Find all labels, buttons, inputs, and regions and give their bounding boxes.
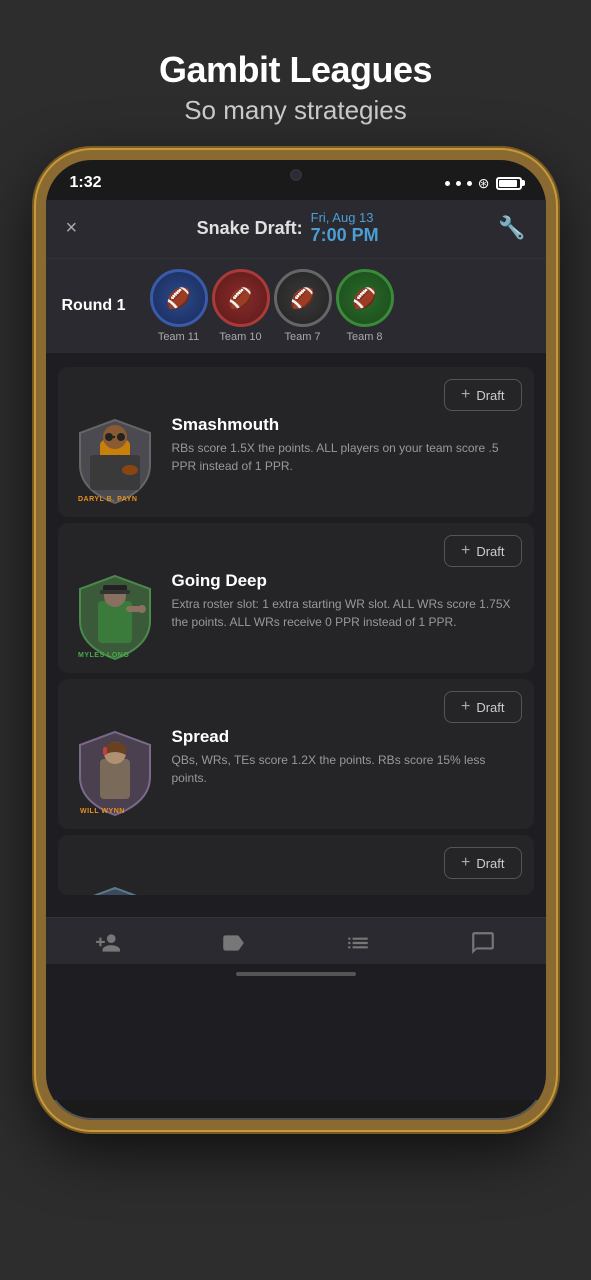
card-text-smashmouth: Smashmouth RBs score 1.5X the points. AL…: [172, 415, 522, 475]
football-icon-11: 🏈: [166, 286, 191, 311]
character-spread: WILL WYNN: [70, 727, 160, 817]
svg-text:MYLES LONG: MYLES LONG: [78, 652, 129, 659]
card-content-spread: WILL WYNN Spread QBs, WRs, TEs score 1.2…: [70, 727, 522, 817]
nav-item-chat[interactable]: [470, 930, 496, 956]
home-bar: [236, 972, 356, 976]
card-text-spread: Spread QBs, WRs, TEs score 1.2X the poin…: [172, 727, 522, 787]
nav-item-list[interactable]: [345, 930, 371, 956]
team-name-10: Team 10: [219, 331, 261, 343]
strategy-name-goingdeep: Going Deep: [172, 571, 518, 591]
draft-button-spread[interactable]: Draft: [444, 691, 522, 723]
team-avatar-7: 🏈: [274, 269, 332, 327]
card-content-4: [70, 883, 522, 895]
strategy-desc-spread: QBs, WRs, TEs score 1.2X the points. RBs…: [172, 751, 518, 787]
strategy-desc-smashmouth: RBs score 1.5X the points. ALL players o…: [172, 439, 518, 475]
home-indicator: [46, 964, 546, 984]
team-item-8: 🏈 Team 8: [336, 269, 394, 343]
nav-item-invite[interactable]: [95, 930, 121, 956]
team-item-7: 🏈 Team 7: [274, 269, 332, 343]
team-items: 🏈 Team 11 🏈 Team 10 🏈 Team 7: [150, 269, 530, 343]
status-icons: ⊛: [445, 175, 522, 192]
character-goingdeep: MYLES LONG: [70, 571, 160, 661]
wifi-icon: ⊛: [478, 175, 490, 192]
signal-dot-3: [467, 181, 472, 186]
page-title: Gambit Leagues: [159, 48, 432, 91]
status-time: 1:32: [70, 174, 102, 192]
draft-title: Snake Draft:: [197, 218, 303, 239]
strategy-card-goingdeep: Draft: [58, 523, 534, 673]
notch-camera: [290, 169, 302, 181]
strategy-card-4: Draft: [58, 835, 534, 895]
draft-time: 7:00 PM: [311, 225, 379, 246]
strategy-name-spread: Spread: [172, 727, 518, 747]
settings-icon[interactable]: 🔧: [498, 215, 525, 241]
app-header: × Snake Draft: Fri, Aug 13 7:00 PM 🔧: [46, 200, 546, 258]
football-icon-10: 🏈: [228, 286, 253, 311]
round-label: Round 1: [62, 297, 142, 315]
app-screen: × Snake Draft: Fri, Aug 13 7:00 PM 🔧 Rou…: [46, 200, 546, 1100]
round-row: Round 1 🏈 Team 11 🏈 Team 10 🏈: [46, 258, 546, 353]
phone-frame: 1:32 ⊛ × Snake Draft: Fri, Aug 13 7: [36, 150, 556, 1130]
card-content-goingdeep: MYLES LONG Going Deep Extra roster slot:…: [70, 571, 522, 661]
battery-fill: [499, 180, 517, 187]
close-button[interactable]: ×: [66, 217, 78, 240]
team-name-7: Team 7: [284, 331, 320, 343]
strategy-name-smashmouth: Smashmouth: [172, 415, 518, 435]
draft-date: Fri, Aug 13: [311, 210, 379, 225]
team-name-11: Team 11: [158, 331, 199, 343]
character-4: [70, 883, 160, 895]
team-item-10: 🏈 Team 10: [212, 269, 270, 343]
signal-dot-1: [445, 181, 450, 186]
team-item-11: 🏈 Team 11: [150, 269, 208, 343]
draft-button-4[interactable]: Draft: [444, 847, 522, 879]
strategy-card-spread: Draft: [58, 679, 534, 829]
svg-text:WILL WYNN: WILL WYNN: [80, 808, 125, 815]
card-text-goingdeep: Going Deep Extra roster slot: 1 extra st…: [172, 571, 522, 631]
strategy-list: Draft: [46, 353, 546, 909]
bottom-nav: [46, 917, 546, 964]
football-icon-8: 🏈: [352, 286, 377, 311]
page-subtitle: So many strategies: [159, 95, 432, 126]
strategy-desc-goingdeep: Extra roster slot: 1 extra starting WR s…: [172, 595, 518, 631]
team-avatar-8: 🏈: [336, 269, 394, 327]
page-header: Gambit Leagues So many strategies: [119, 0, 472, 150]
draft-button-smashmouth[interactable]: Draft: [444, 379, 522, 411]
team-name-8: Team 8: [346, 331, 382, 343]
battery-icon: [496, 177, 522, 190]
signal-dot-2: [456, 181, 461, 186]
character-smashmouth: DARYL B. PAYN: [70, 415, 160, 505]
notch: [221, 160, 371, 190]
team-avatar-11: 🏈: [150, 269, 208, 327]
draft-button-goingdeep[interactable]: Draft: [444, 535, 522, 567]
status-bar: 1:32 ⊛: [46, 160, 546, 200]
nav-item-tag[interactable]: [220, 930, 246, 956]
card-content-smashmouth: DARYL B. PAYN Smashmouth RBs score 1.5X …: [70, 415, 522, 505]
strategy-card-smashmouth: Draft: [58, 367, 534, 517]
svg-text:DARYL B. PAYN: DARYL B. PAYN: [78, 496, 137, 503]
team-avatar-10: 🏈: [212, 269, 270, 327]
header-center: Snake Draft: Fri, Aug 13 7:00 PM: [197, 210, 379, 246]
football-icon-7: 🏈: [290, 286, 315, 311]
